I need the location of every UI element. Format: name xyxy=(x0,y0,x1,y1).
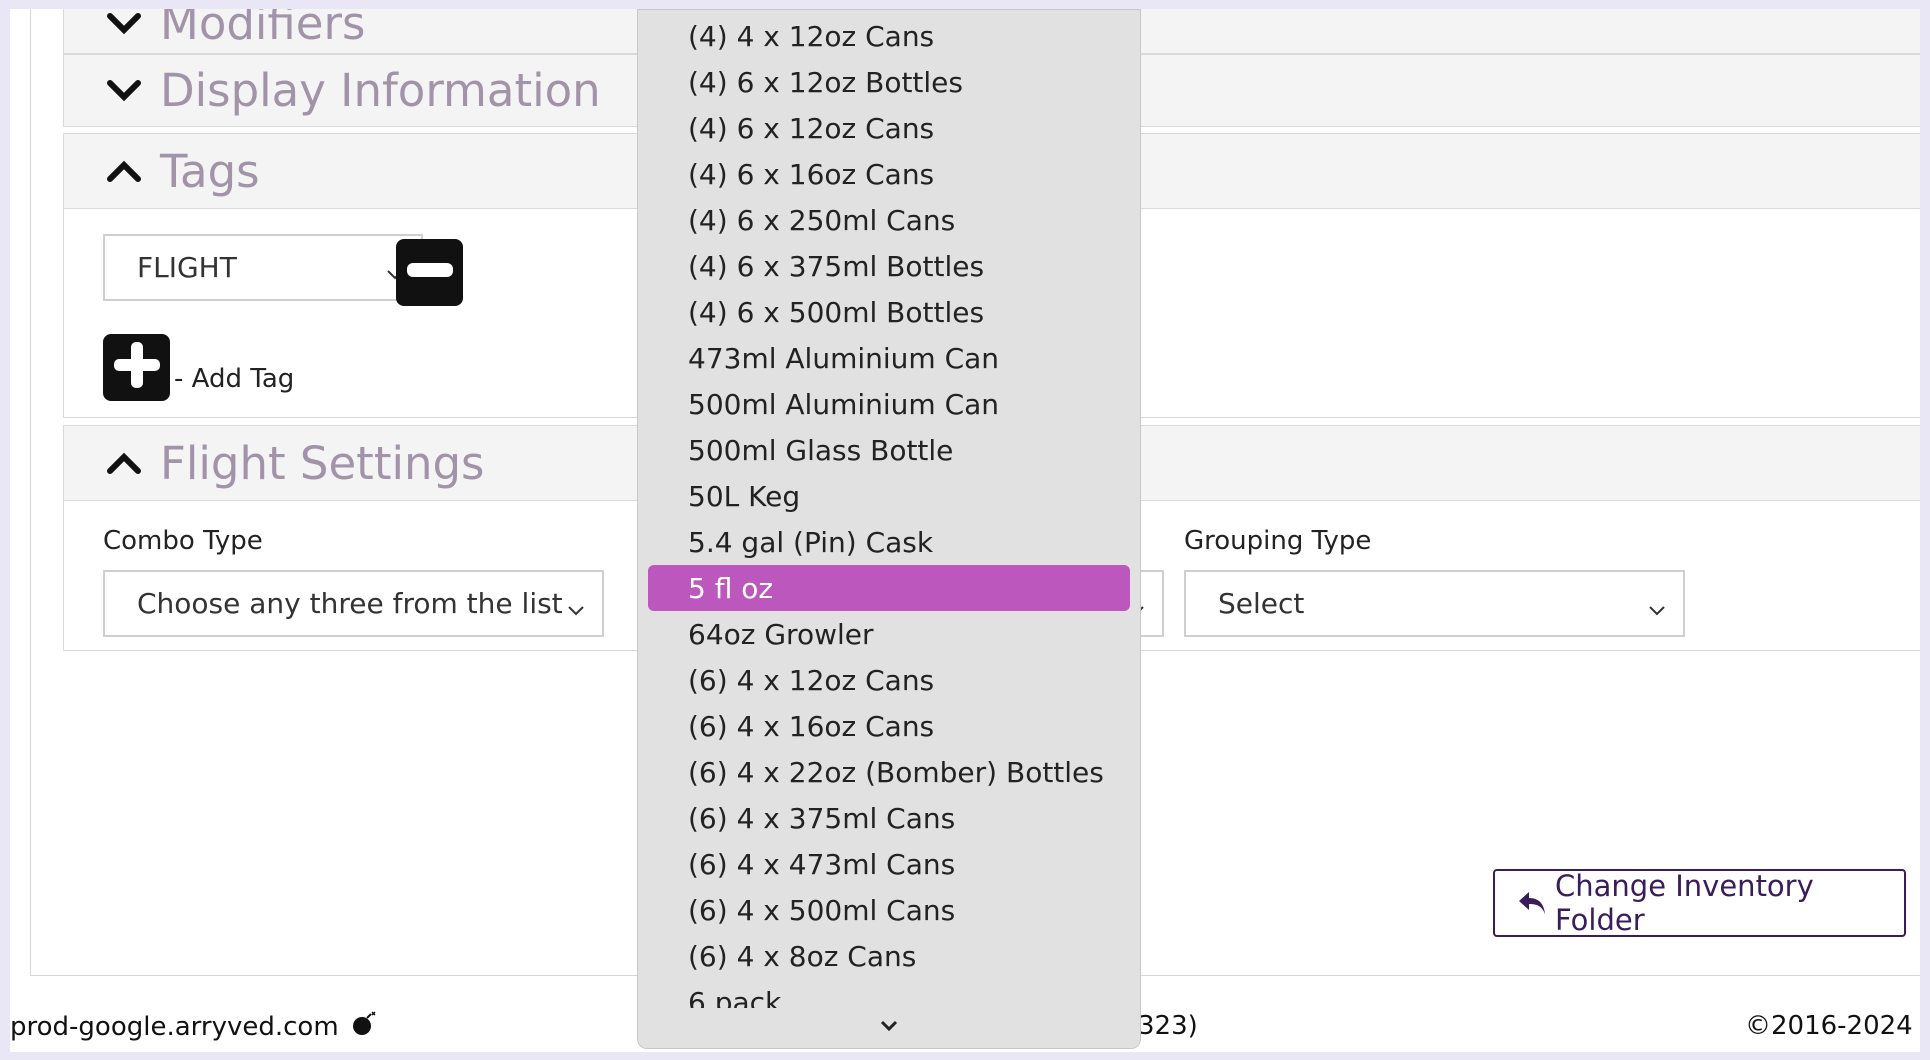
combo-type-value: Choose any three from the list xyxy=(137,587,563,620)
combo-type-select[interactable]: Choose any three from the list xyxy=(103,570,604,637)
dropdown-option[interactable]: (4) 6 x 16oz Cans xyxy=(638,151,1140,197)
dropdown-option[interactable]: (6) 4 x 473ml Cans xyxy=(638,841,1140,887)
dropdown-option[interactable]: (4) 4 x 12oz Cans xyxy=(638,13,1140,59)
grouping-type-select[interactable]: Select xyxy=(1184,570,1685,637)
footer-copyright: ©2016-2024 A xyxy=(1745,1011,1920,1041)
tag-select-value: FLIGHT xyxy=(137,251,237,284)
dropdown-option[interactable]: (6) 4 x 500ml Cans xyxy=(638,887,1140,933)
chevron-down-icon xyxy=(566,594,586,616)
dropdown-option[interactable]: (6) 4 x 8oz Cans xyxy=(638,933,1140,979)
dropdown-option[interactable]: 50L Keg xyxy=(638,473,1140,519)
section-title-modifiers: Modifiers xyxy=(160,9,366,50)
dropdown-menu[interactable]: (4) 4 x 12oz Cans (4) 6 x 12oz Bottles (4)… xyxy=(637,9,1141,1049)
dropdown-option[interactable]: 500ml Aluminium Can xyxy=(638,381,1140,427)
minus-icon xyxy=(406,263,453,282)
dropdown-options: (4) 4 x 12oz Cans (4) 6 x 12oz Bottles (4)… xyxy=(638,13,1140,1025)
change-inventory-folder-button[interactable]: Change Inventory Folder xyxy=(1493,869,1906,937)
change-inventory-folder-label: Change Inventory Folder xyxy=(1555,869,1814,937)
tag-select[interactable]: FLIGHT xyxy=(103,234,423,301)
dropdown-option[interactable]: (4) 6 x 500ml Bottles xyxy=(638,289,1140,335)
remove-tag-button[interactable] xyxy=(396,239,463,306)
footer-host: prod-google.arryved.com xyxy=(10,1011,377,1044)
footer-version: 323) xyxy=(1138,1011,1198,1041)
combo-type-label: Combo Type xyxy=(103,526,263,556)
add-tag-label[interactable]: - Add Tag xyxy=(174,364,294,394)
chevron-up-icon xyxy=(104,443,144,483)
add-tag-button[interactable] xyxy=(103,334,170,401)
dropdown-option[interactable]: (6) 4 x 12oz Cans xyxy=(638,657,1140,703)
bomb-icon xyxy=(351,1011,377,1044)
dropdown-option[interactable]: (6) 4 x 375ml Cans xyxy=(638,795,1140,841)
chevron-down-icon xyxy=(879,1019,899,1038)
footer-host-text: prod-google.arryved.com xyxy=(10,1012,339,1042)
plus-icon xyxy=(113,342,160,393)
dropdown-option[interactable]: 473ml Aluminium Can xyxy=(638,335,1140,381)
dropdown-option[interactable]: (4) 6 x 250ml Cans xyxy=(638,197,1140,243)
chevron-down-icon xyxy=(104,9,144,44)
dropdown-option[interactable]: 500ml Glass Bottle xyxy=(638,427,1140,473)
chevron-down-icon xyxy=(1647,594,1667,616)
dropdown-option[interactable]: (6) 4 x 22oz (Bomber) Bottles xyxy=(638,749,1140,795)
section-title-flight-settings: Flight Settings xyxy=(160,436,485,490)
dropdown-option[interactable]: (6) 4 x 16oz Cans xyxy=(638,703,1140,749)
dropdown-option[interactable]: 64oz Growler xyxy=(638,611,1140,657)
dropdown-option[interactable]: (4) 6 x 375ml Bottles xyxy=(638,243,1140,289)
chevron-down-icon xyxy=(104,71,144,111)
dropdown-scroll-down[interactable] xyxy=(638,1008,1140,1048)
section-title-tags: Tags xyxy=(160,144,260,198)
grouping-type-value: Select xyxy=(1218,587,1305,620)
section-title-display-information: Display Information xyxy=(160,64,601,117)
dropdown-option[interactable]: 5.4 gal (Pin) Cask xyxy=(638,519,1140,565)
grouping-type-label: Grouping Type xyxy=(1184,526,1372,556)
dropdown-option[interactable]: 5 fl oz xyxy=(648,565,1130,611)
dropdown-option[interactable]: (4) 6 x 12oz Cans xyxy=(638,105,1140,151)
chevron-up-icon xyxy=(104,151,144,191)
reply-arrow-icon xyxy=(1517,890,1547,916)
dropdown-option[interactable]: (4) 6 x 12oz Bottles xyxy=(638,59,1140,105)
